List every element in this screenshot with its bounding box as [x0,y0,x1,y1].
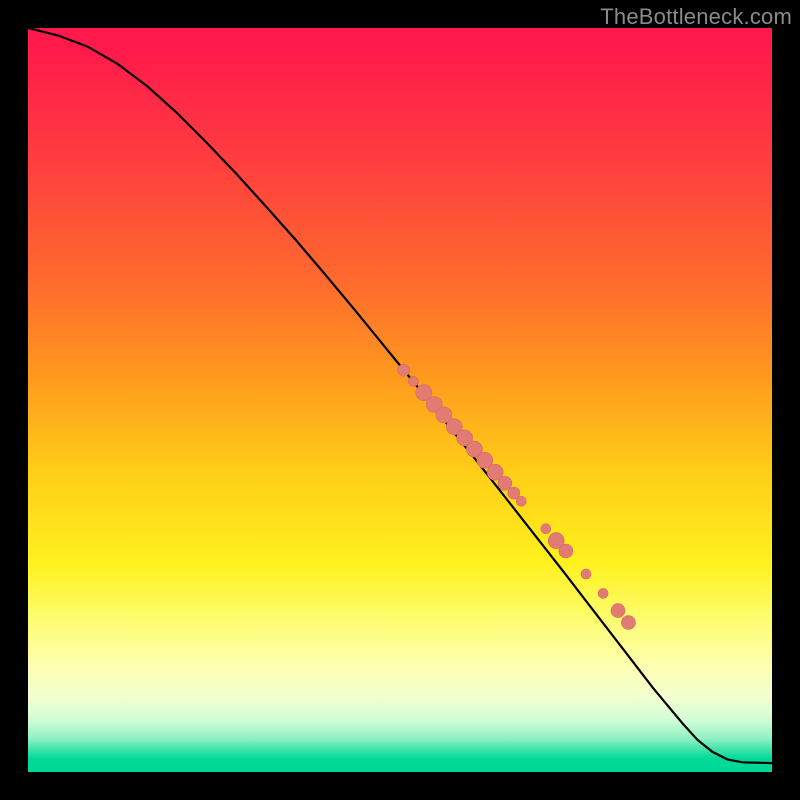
watermark-text: TheBottleneck.com [600,4,792,30]
data-point [611,604,625,618]
main-curve [28,28,772,763]
chart-overlay-svg [28,28,772,772]
data-point [408,376,418,386]
plot-area [28,28,772,772]
data-point [598,588,608,598]
data-point [559,544,573,558]
data-point [398,364,410,376]
data-point [541,524,551,534]
data-point [516,496,526,506]
scatter-points [398,364,636,629]
data-point [581,569,591,579]
chart-stage: { "watermark": "TheBottleneck.com", "col… [0,0,800,800]
data-point [621,616,635,630]
